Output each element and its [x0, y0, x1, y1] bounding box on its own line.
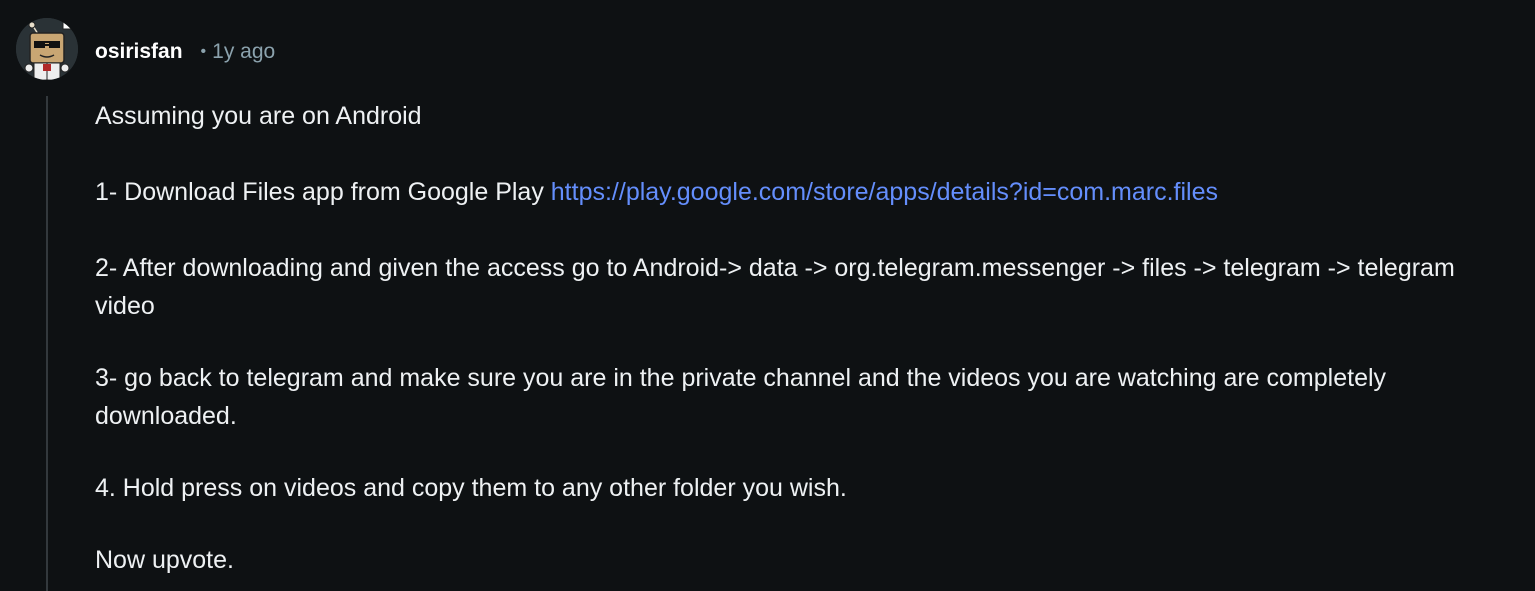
paragraph-step-4: 4. Hold press on videos and copy them to… [95, 474, 847, 502]
timestamp[interactable]: 1y ago [212, 40, 275, 64]
paragraph-intro: Assuming you are on Android [95, 102, 422, 130]
paragraph-step-3: 3- go back to telegram and make sure you… [95, 364, 1387, 430]
comment: osirisfan • 1y ago Assuming you are on A… [0, 0, 1535, 591]
snoo-avatar-icon [16, 18, 78, 80]
avatar[interactable] [16, 18, 78, 80]
paragraph-closing: Now upvote. [95, 546, 234, 574]
paragraph-step-2: 2- After downloading and given the acces… [95, 254, 1455, 320]
username-link[interactable]: osirisfan [95, 40, 183, 64]
thread-line[interactable] [46, 96, 48, 591]
step-1-text: 1- Download Files app from Google Play [95, 178, 551, 206]
meta-separator: • [200, 43, 207, 60]
comment-meta: osirisfan • 1y ago [95, 36, 275, 68]
paragraph-step-1: 1- Download Files app from Google Play h… [95, 173, 1520, 211]
google-play-link[interactable]: https://play.google.com/store/apps/detai… [551, 178, 1218, 206]
comment-body: Assuming you are on Android 1- Download … [95, 97, 1520, 579]
